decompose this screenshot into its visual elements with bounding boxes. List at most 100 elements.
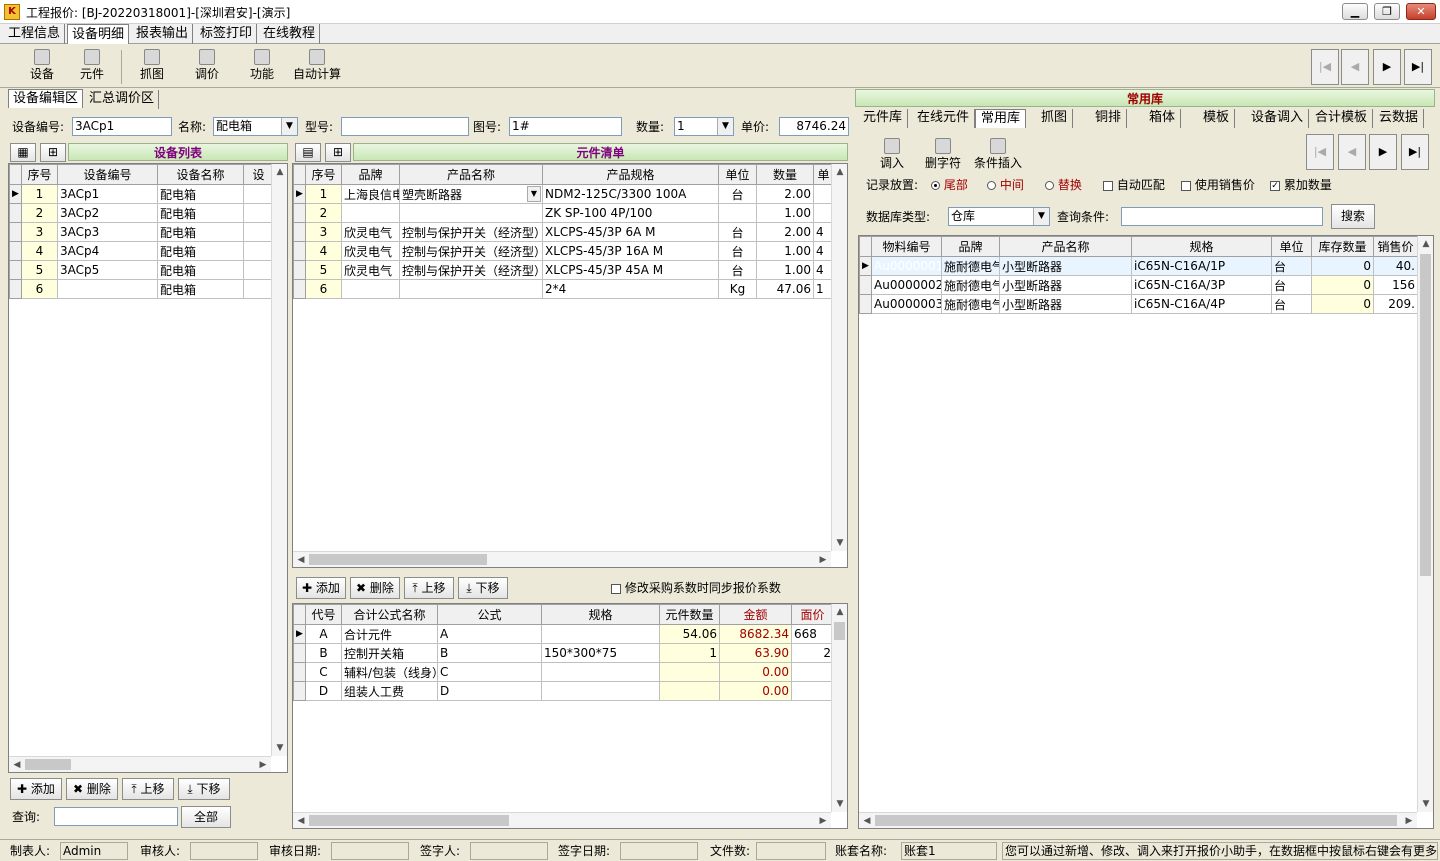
table-row[interactable]: 6 2*4 Kg 47.06 1 xyxy=(293,279,834,299)
checkbox-icon[interactable] xyxy=(1181,180,1191,191)
col-header[interactable]: 金额 xyxy=(719,604,792,625)
tab-copper-bar[interactable]: 铜排 xyxy=(1090,109,1128,128)
scroll-thumb[interactable] xyxy=(309,554,487,565)
vertical-scrollbar[interactable]: ▲ ▼ xyxy=(271,164,287,756)
tab-project-info[interactable]: 工程信息 xyxy=(4,24,66,44)
condition-input[interactable] xyxy=(1121,207,1323,226)
col-header[interactable]: 规格 xyxy=(541,604,660,625)
table-row[interactable]: 2 3ACp2 配电箱 xyxy=(9,203,274,223)
tree-button[interactable]: ⊞ xyxy=(325,143,351,162)
device-button[interactable]: 设备 xyxy=(28,49,56,85)
tab-capture[interactable]: 抓图 xyxy=(1036,109,1074,128)
scroll-thumb[interactable] xyxy=(309,815,509,826)
scroll-right-icon[interactable]: ▶ xyxy=(255,757,271,772)
all-button[interactable]: 全部 xyxy=(181,806,231,828)
lib-nav-last-button[interactable]: ▶| xyxy=(1401,134,1429,170)
scroll-up-icon[interactable]: ▲ xyxy=(832,164,847,180)
scroll-left-icon[interactable]: ◀ xyxy=(9,757,25,772)
tab-cloud-data[interactable]: 云数据 xyxy=(1374,109,1425,128)
scroll-thumb[interactable] xyxy=(1420,254,1431,576)
condition-insert-button[interactable]: 条件插入 xyxy=(972,138,1024,174)
drawing-input[interactable]: 1# xyxy=(509,117,622,136)
vertical-scrollbar[interactable]: ▲ ▼ xyxy=(831,164,847,551)
chevron-down-icon[interactable]: ▼ xyxy=(527,186,541,202)
radio-icon[interactable] xyxy=(931,181,940,190)
import-button[interactable]: 调入 xyxy=(878,138,906,174)
scroll-right-icon[interactable]: ▶ xyxy=(815,552,831,567)
scroll-right-icon[interactable]: ▶ xyxy=(1401,813,1417,828)
col-header[interactable]: 品牌 xyxy=(341,164,400,185)
use-sale-price-checkbox[interactable]: 使用销售价 xyxy=(1181,177,1255,193)
add-formula-button[interactable]: ✚ 添加 xyxy=(296,577,346,599)
col-header[interactable]: 产品规格 xyxy=(542,164,719,185)
tab-device-edit[interactable]: 设备编辑区 xyxy=(8,89,84,108)
tab-device-detail[interactable]: 设备明细 xyxy=(67,24,130,44)
scroll-left-icon[interactable]: ◀ xyxy=(293,813,309,828)
table-row[interactable]: 4 3ACp4 配电箱 xyxy=(9,241,274,261)
col-header[interactable]: 设备编号 xyxy=(57,164,158,185)
scroll-up-icon[interactable]: ▲ xyxy=(832,604,847,620)
table-row[interactable]: 5 3ACp5 配电箱 xyxy=(9,260,274,280)
col-header[interactable]: 公式 xyxy=(437,604,542,625)
formula-up-button[interactable]: ⤒ 上移 xyxy=(404,577,454,599)
tab-online-tutorial[interactable]: 在线教程 xyxy=(259,24,321,44)
col-header[interactable]: 产品名称 xyxy=(399,164,543,185)
col-header[interactable]: 规格 xyxy=(1131,236,1272,257)
col-header[interactable]: 设备名称 xyxy=(157,164,244,185)
tab-cabinet[interactable]: 箱体 xyxy=(1144,109,1182,128)
table-row[interactable]: 3 欣灵电气 控制与保护开关（经济型） XLCPS-45/3P 6A M 台 2.00 4 xyxy=(293,222,834,242)
table-row[interactable]: 3 3ACp3 配电箱 xyxy=(9,222,274,242)
nav-first-button[interactable]: |◀ xyxy=(1311,49,1339,85)
col-header[interactable]: 销售价 xyxy=(1373,236,1418,257)
name-select[interactable]: 配电箱 ▼ xyxy=(213,117,298,136)
delete-formula-button[interactable]: ✖ 删除 xyxy=(350,577,400,599)
clear-button[interactable]: ▤ xyxy=(295,143,321,162)
col-header[interactable]: 合计公式名称 xyxy=(341,604,438,625)
table-row[interactable]: 4 欣灵电气 控制与保护开关（经济型） XLCPS-45/3P 16A M 台 1.00 4 xyxy=(293,241,834,261)
db-type-select[interactable]: 仓库 ▼ xyxy=(948,207,1050,226)
table-row[interactable]: 6 配电箱 xyxy=(9,279,274,299)
scroll-down-icon[interactable]: ▼ xyxy=(832,796,847,812)
tab-label-print[interactable]: 标签打印 xyxy=(196,24,258,44)
col-header[interactable]: 元件数量 xyxy=(659,604,720,625)
chevron-down-icon[interactable]: ▼ xyxy=(717,118,733,135)
adjust-price-button[interactable]: 调价 xyxy=(193,49,221,85)
radio-tail[interactable]: 尾部 xyxy=(931,177,968,193)
scroll-thumb[interactable] xyxy=(875,815,1397,826)
scroll-down-icon[interactable]: ▼ xyxy=(272,740,287,756)
col-header[interactable]: 代号 xyxy=(305,604,342,625)
col-header[interactable]: 物料编号 xyxy=(871,236,942,257)
table-row[interactable]: ▶ 1 3ACp1 配电箱 xyxy=(9,184,274,204)
checkbox-checked-icon[interactable]: ✓ xyxy=(1270,180,1280,191)
tab-report-output[interactable]: 报表输出 xyxy=(132,24,194,44)
move-up-button[interactable]: ⤒ 上移 xyxy=(122,778,174,800)
col-header[interactable]: 序号 xyxy=(21,164,58,185)
move-down-button[interactable]: ⤓ 下移 xyxy=(178,778,230,800)
scroll-left-icon[interactable]: ◀ xyxy=(859,813,875,828)
scroll-thumb[interactable] xyxy=(25,759,71,770)
tab-sum-template[interactable]: 合计模板 xyxy=(1310,109,1374,128)
horizontal-scrollbar[interactable]: ◀ ▶ xyxy=(9,756,271,772)
table-row[interactable]: 5 欣灵电气 控制与保护开关（经济型） XLCPS-45/3P 45A M 台 1.00 4 xyxy=(293,260,834,280)
vertical-scrollbar[interactable]: ▲ ▼ xyxy=(831,604,847,812)
col-header[interactable]: 面价 xyxy=(791,604,834,625)
radio-middle[interactable]: 中间 xyxy=(987,177,1024,193)
table-row[interactable]: Au0000002 施耐德电气 小型断路器 iC65N-C16A/3P 台 0 156 xyxy=(859,275,1418,295)
capture-button[interactable]: 抓图 xyxy=(138,49,166,85)
delete-chars-button[interactable]: 删字符 xyxy=(922,138,964,174)
scroll-right-icon[interactable]: ▶ xyxy=(815,813,831,828)
horizontal-scrollbar[interactable]: ◀ ▶ xyxy=(293,551,831,567)
sync-coefficient-checkbox[interactable]: 修改采购系数时同步报价系数 xyxy=(611,580,781,596)
col-header[interactable]: 品牌 xyxy=(941,236,1000,257)
auto-match-checkbox[interactable]: 自动匹配 xyxy=(1103,177,1165,193)
nav-next-button[interactable]: ▶ xyxy=(1373,49,1401,85)
tab-component-lib[interactable]: 元件库 xyxy=(858,109,909,128)
tab-template[interactable]: 模板 xyxy=(1198,109,1236,128)
accumulate-qty-checkbox[interactable]: ✓ 累加数量 xyxy=(1270,177,1332,193)
chevron-down-icon[interactable]: ▼ xyxy=(281,118,297,135)
table-row[interactable]: ▶1上海良信电器塑壳断路器▼NDM2-125C/3300 100A台2.00 xyxy=(293,184,834,204)
col-header[interactable]: 单位 xyxy=(718,164,757,185)
scroll-up-icon[interactable]: ▲ xyxy=(1418,236,1433,252)
nav-prev-button[interactable]: ◀ xyxy=(1341,49,1369,85)
table-row[interactable]: 2 ZK SP-100 4P/100 1.00 xyxy=(293,203,834,223)
